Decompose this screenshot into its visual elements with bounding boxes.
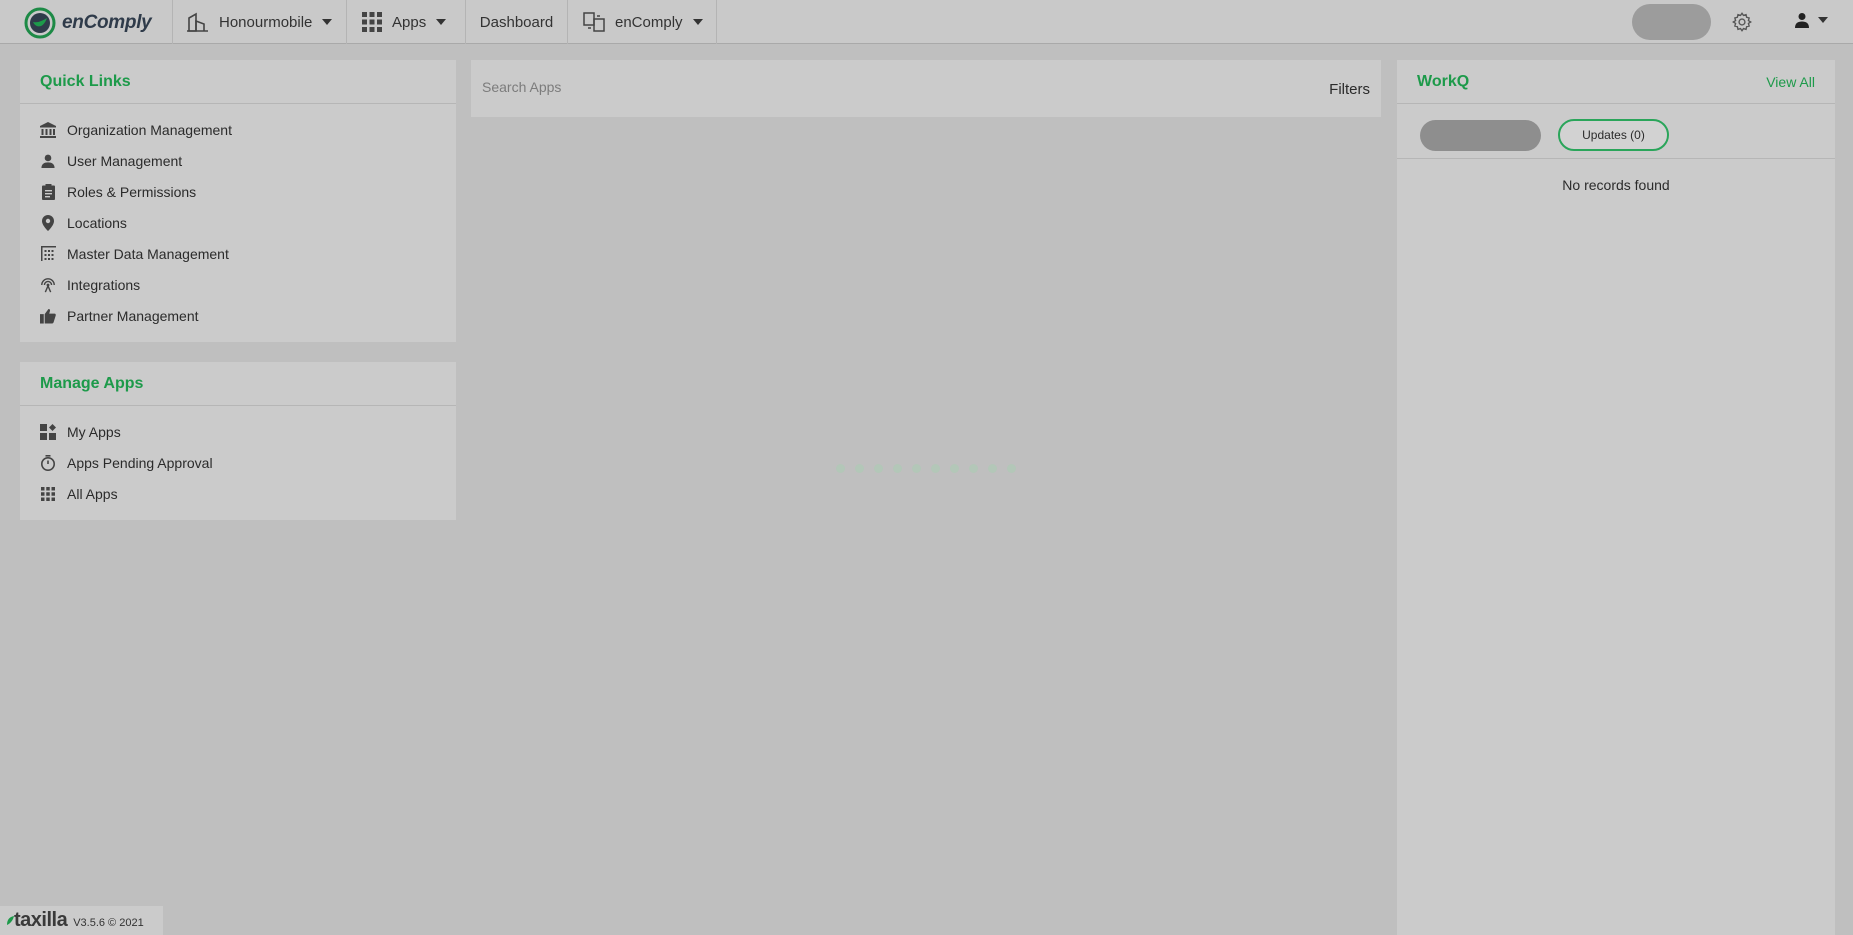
loading-dot bbox=[912, 464, 921, 473]
manage-apps-label: Apps Pending Approval bbox=[67, 454, 213, 471]
loading-dot bbox=[893, 464, 902, 473]
quick-link-label: Master Data Management bbox=[67, 245, 229, 262]
version-text: V3.5.6 © 2021 bbox=[73, 916, 144, 929]
workq-tab-placeholder[interactable] bbox=[1420, 120, 1541, 151]
loading-dot bbox=[1007, 464, 1016, 473]
quick-link-label: Integrations bbox=[67, 276, 141, 293]
view-all-link[interactable]: View All bbox=[1766, 74, 1815, 90]
brand-name: enComply bbox=[62, 12, 152, 33]
workq-tabs: Updates (0) bbox=[1397, 104, 1835, 159]
workq-panel: WorkQ View All Updates (0) No records fo… bbox=[1397, 60, 1835, 935]
clipboard-icon bbox=[40, 183, 56, 200]
encomply-logo-icon bbox=[24, 7, 56, 39]
manage-apps-my-apps[interactable]: My Apps bbox=[20, 416, 456, 447]
product-name: enComply bbox=[615, 13, 683, 31]
apps-menu-label: Apps bbox=[392, 13, 427, 31]
top-navigation-bar: enComply Honourmobile Apps Dashboard enC… bbox=[0, 0, 1853, 44]
bank-icon bbox=[40, 121, 56, 138]
grid-icon bbox=[40, 486, 56, 502]
quick-link-label: Partner Management bbox=[67, 307, 199, 324]
loading-dot bbox=[836, 464, 845, 473]
loading-spinner bbox=[836, 464, 1016, 473]
search-apps-bar: Filters bbox=[471, 60, 1381, 117]
manage-apps-title: Manage Apps bbox=[20, 362, 456, 406]
manage-apps-label: My Apps bbox=[67, 423, 121, 440]
loading-dot bbox=[969, 464, 978, 473]
manage-apps-panel: Manage Apps My Apps Apps Pending Approva… bbox=[20, 362, 456, 520]
quick-links-title: Quick Links bbox=[20, 60, 456, 104]
quick-link-roles-permissions[interactable]: Roles & Permissions bbox=[20, 176, 456, 207]
quick-link-label: User Management bbox=[67, 152, 183, 169]
apps-grid-icon bbox=[362, 12, 382, 32]
quick-link-locations[interactable]: Locations bbox=[20, 207, 456, 238]
dashboard-label: Dashboard bbox=[479, 13, 554, 31]
top-action-button[interactable] bbox=[1632, 4, 1711, 40]
loading-dot bbox=[874, 464, 883, 473]
building-icon bbox=[187, 12, 208, 32]
apps-menu[interactable]: Apps bbox=[347, 0, 466, 44]
switch-product-icon bbox=[583, 12, 605, 32]
taxilla-logo: taxilla bbox=[14, 909, 68, 931]
timer-icon bbox=[40, 454, 56, 471]
workq-title: WorkQ bbox=[1417, 72, 1470, 90]
user-icon bbox=[1795, 13, 1809, 28]
manage-apps-list: My Apps Apps Pending Approval All Apps bbox=[20, 406, 456, 509]
organization-switcher[interactable]: Honourmobile bbox=[172, 0, 347, 44]
manage-apps-label: All Apps bbox=[67, 485, 118, 502]
user-menu[interactable] bbox=[1794, 12, 1828, 28]
loading-dot bbox=[931, 464, 940, 473]
encomply-logo[interactable]: enComply bbox=[24, 7, 152, 39]
data-grid-icon bbox=[40, 246, 56, 262]
gear-icon[interactable] bbox=[1731, 11, 1753, 33]
quick-link-integrations[interactable]: Integrations bbox=[20, 269, 456, 300]
quick-link-master-data-management[interactable]: Master Data Management bbox=[20, 238, 456, 269]
manage-apps-pending-approval[interactable]: Apps Pending Approval bbox=[20, 447, 456, 478]
footer-branding: taxilla V3.5.6 © 2021 bbox=[0, 906, 163, 935]
thumbs-up-icon bbox=[40, 308, 56, 324]
organization-name: Honourmobile bbox=[219, 13, 313, 31]
dashboard-link[interactable]: Dashboard bbox=[466, 0, 568, 44]
quick-link-label: Roles & Permissions bbox=[67, 183, 197, 200]
antenna-icon bbox=[40, 277, 56, 293]
widgets-icon bbox=[40, 423, 56, 440]
chevron-down-icon bbox=[692, 19, 703, 25]
workq-header: WorkQ View All bbox=[1397, 60, 1835, 104]
loading-dot bbox=[855, 464, 864, 473]
product-switcher[interactable]: enComply bbox=[568, 0, 717, 44]
quick-link-user-management[interactable]: User Management bbox=[20, 145, 456, 176]
quick-link-label: Organization Management bbox=[67, 121, 232, 138]
chevron-down-icon bbox=[436, 19, 447, 25]
user-icon bbox=[40, 153, 56, 169]
loading-dot bbox=[988, 464, 997, 473]
chevron-down-icon bbox=[322, 19, 333, 25]
chevron-down-icon bbox=[1818, 17, 1828, 23]
filters-button[interactable]: Filters bbox=[1329, 81, 1370, 98]
quick-links-panel: Quick Links Organization Management User… bbox=[20, 60, 456, 342]
map-pin-icon bbox=[40, 214, 56, 231]
quick-link-label: Locations bbox=[67, 214, 127, 231]
quick-link-organization-management[interactable]: Organization Management bbox=[20, 114, 456, 145]
loading-dot bbox=[950, 464, 959, 473]
empty-state-text: No records found bbox=[1562, 177, 1670, 193]
updates-tab[interactable]: Updates (0) bbox=[1558, 119, 1669, 151]
taxilla-leaf-icon bbox=[7, 915, 14, 925]
quick-links-list: Organization Management User Management … bbox=[20, 104, 456, 331]
quick-link-partner-management[interactable]: Partner Management bbox=[20, 300, 456, 331]
manage-apps-all-apps[interactable]: All Apps bbox=[20, 478, 456, 509]
search-apps-input[interactable] bbox=[471, 60, 1271, 117]
